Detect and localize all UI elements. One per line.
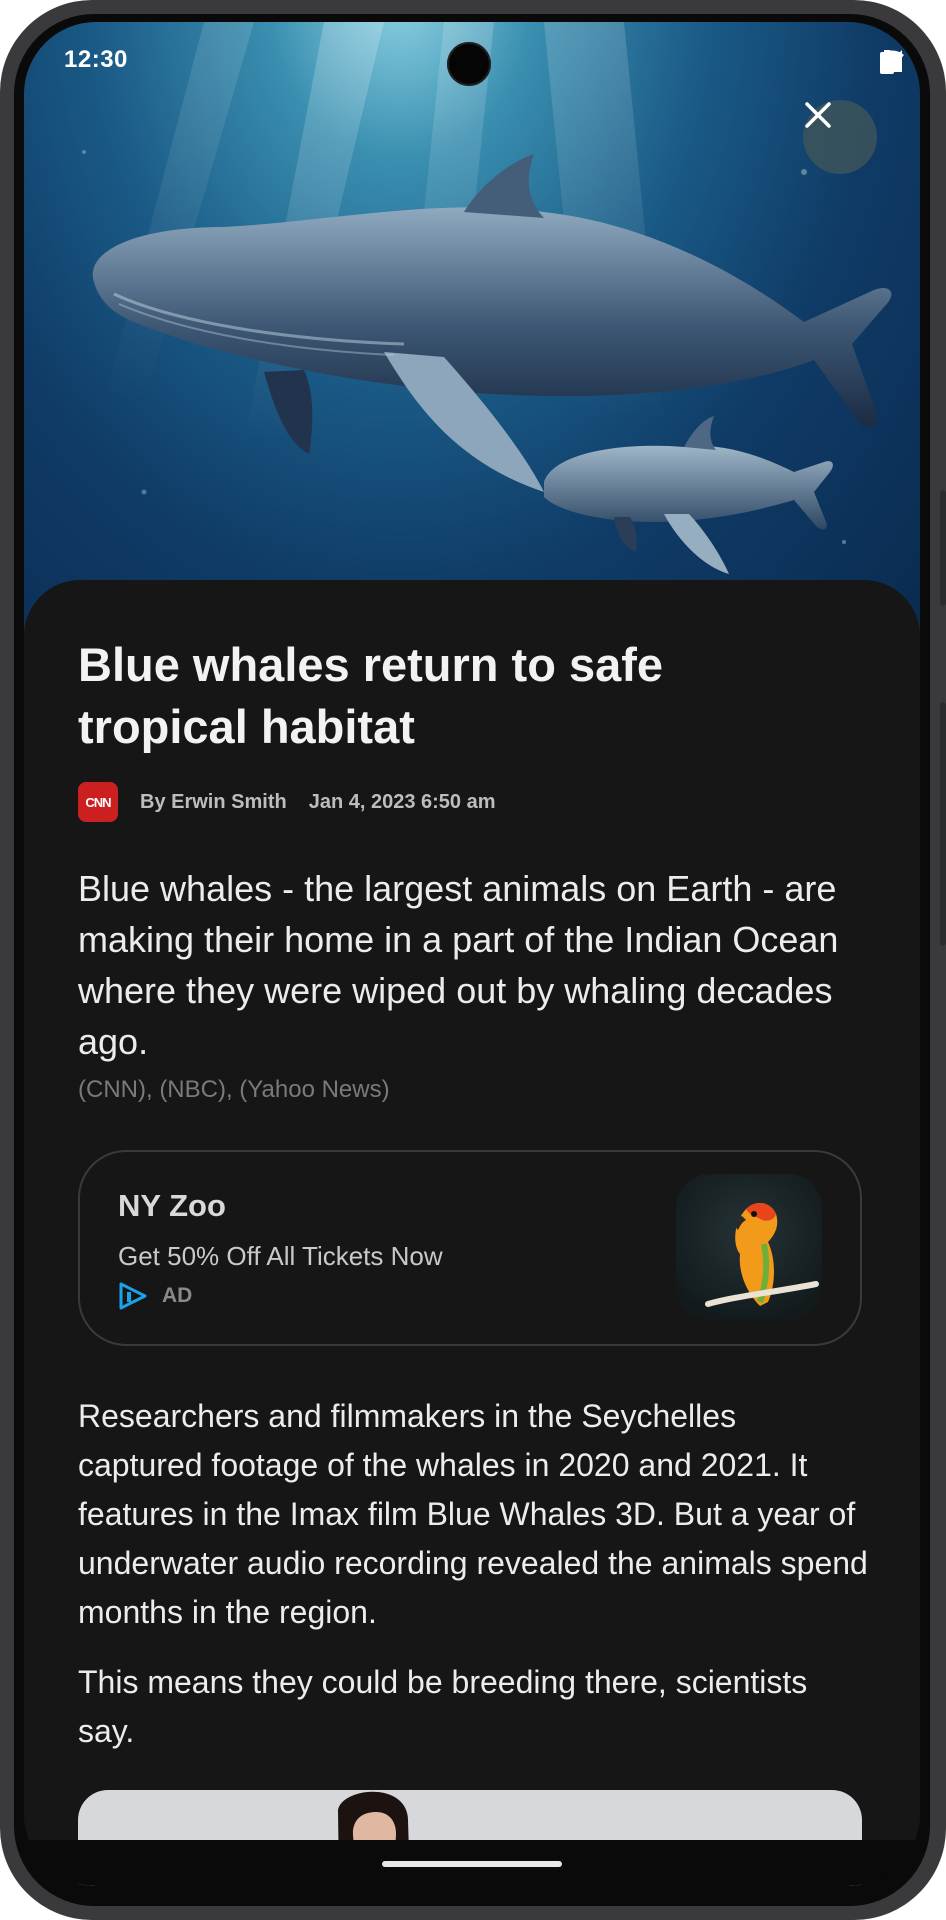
home-handle[interactable] <box>382 1861 562 1867</box>
battery-icon <box>880 50 894 74</box>
ad-subtitle: Get 50% Off All Tickets Now <box>118 1241 443 1271</box>
power-button <box>940 490 946 606</box>
hero-image: 12:30 <box>24 22 920 652</box>
status-bar: 12:30 <box>24 22 920 92</box>
article-date: Jan 4, 2023 6:50 am <box>308 790 496 813</box>
article-sources[interactable]: (CNN), (NBC), (Yahoo News) <box>78 1076 390 1104</box>
ad-badge: AD <box>118 1282 192 1310</box>
close-icon <box>805 102 831 128</box>
article-author[interactable]: By Erwin Smith <box>140 791 287 814</box>
parrot-illustration <box>705 1202 819 1307</box>
screen: 12:30 Blue whales return to safe tropica… <box>24 22 920 1886</box>
article-lede: Blue whales - the largest animals on Ear… <box>78 868 839 1062</box>
ad-label: AD <box>162 1284 193 1307</box>
article-paragraph: This means they could be breeding there,… <box>78 1664 808 1749</box>
whale-illustration <box>82 22 892 574</box>
volume-button <box>940 702 946 946</box>
article-paragraph: Researchers and filmmakers in the Seyche… <box>78 1398 868 1630</box>
status-time: 12:30 <box>64 46 128 73</box>
close-button[interactable] <box>803 100 877 174</box>
article-sheet: Blue whales return to safe tropical habi… <box>24 580 920 1886</box>
publisher-logo: CNN <box>78 782 118 822</box>
ad-title: NY Zoo <box>118 1188 226 1223</box>
byline: CNN By Erwin Smith Jan 4, 2023 6:50 am <box>78 782 496 822</box>
ad-card[interactable]: NY Zoo Get 50% Off All Tickets Now AD <box>78 1150 862 1346</box>
ad-play-icon <box>119 1282 147 1310</box>
article-title: Blue whales return to safe tropical habi… <box>78 638 664 753</box>
front-camera <box>447 42 491 86</box>
parrot-image <box>676 1174 822 1320</box>
